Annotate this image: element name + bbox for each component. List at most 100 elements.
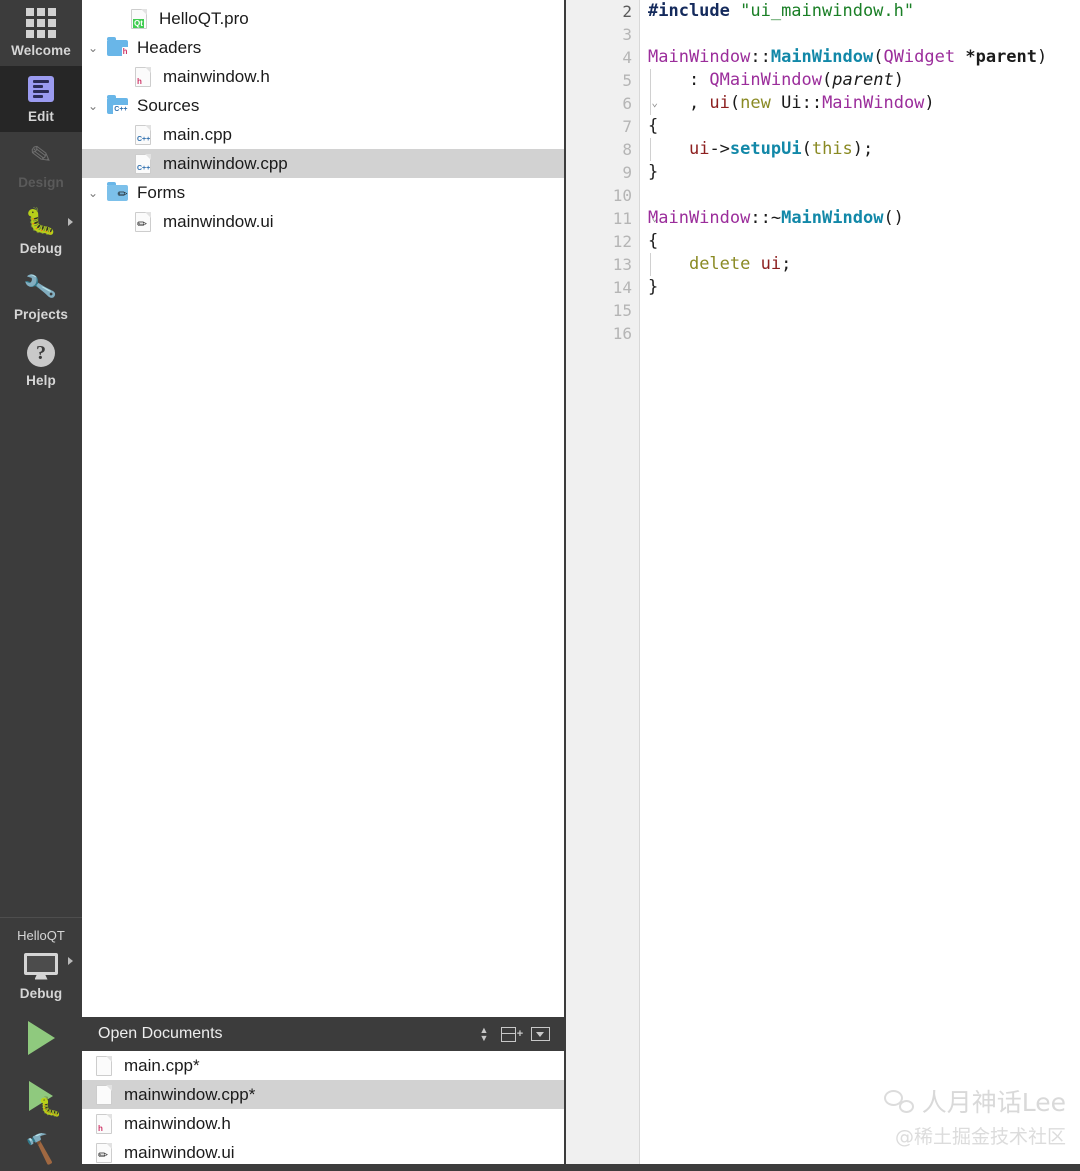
mode-debug[interactable]: 🐛 Debug bbox=[0, 198, 82, 264]
tree-row-mainwindow-cpp[interactable]: C++ mainwindow.cpp bbox=[82, 149, 564, 178]
cpp-file-icon: C++ bbox=[130, 124, 156, 145]
code-line[interactable]: delete ui; bbox=[648, 253, 1080, 276]
debug-button[interactable]: 🐛 bbox=[0, 1067, 82, 1125]
code-line[interactable] bbox=[648, 299, 1080, 322]
line-number: 16 bbox=[612, 324, 632, 343]
tree-row-main-cpp[interactable]: C++ main.cpp bbox=[82, 120, 564, 149]
bottom-status-strip bbox=[82, 1164, 1080, 1171]
code-line[interactable]: MainWindow::~MainWindow() bbox=[648, 207, 1080, 230]
line-number-gutter[interactable]: 2 3 4 5 6 ⌄ 7 8 9 10 11 ⌄ 12 13 14 15 16 bbox=[566, 0, 658, 1171]
sort-arrows-icon: ▲ ▼ bbox=[479, 1024, 489, 1043]
play-icon bbox=[27, 1021, 55, 1055]
mode-projects[interactable]: 🔧 Projects bbox=[0, 264, 82, 330]
indent-guide bbox=[650, 69, 651, 92]
question-mark-icon: ? bbox=[27, 336, 55, 370]
code-line[interactable] bbox=[648, 184, 1080, 207]
chevron-down-icon[interactable]: ⌄ bbox=[82, 186, 104, 200]
code-line[interactable]: { bbox=[648, 115, 1080, 138]
open-documents-header: Open Documents ▲ ▼ + bbox=[82, 1017, 564, 1051]
code-line[interactable]: } bbox=[648, 276, 1080, 299]
chevron-down-icon[interactable]: ⌄ bbox=[82, 41, 104, 55]
code-token: ui bbox=[760, 254, 782, 274]
tree-row-headers[interactable]: ⌄ h Headers bbox=[82, 33, 564, 62]
code-token: parent bbox=[832, 70, 894, 90]
code-token: ::~ bbox=[750, 208, 782, 228]
open-documents-panel: Open Documents ▲ ▼ + main.cpp* mainwindo… bbox=[82, 1017, 564, 1171]
code-token: } bbox=[648, 277, 659, 297]
kit-selector[interactable]: HelloQT Debug bbox=[0, 917, 82, 1009]
code-token: ) bbox=[1037, 47, 1048, 67]
code-token: : bbox=[648, 70, 710, 90]
sort-toggle-button[interactable]: ▲ ▼ bbox=[470, 1020, 498, 1048]
code-token: this bbox=[811, 139, 853, 159]
code-token: MainWindow bbox=[648, 208, 751, 228]
code-token: ( bbox=[873, 47, 884, 67]
chevron-right-icon[interactable] bbox=[68, 218, 73, 226]
code-token: ui bbox=[709, 93, 730, 113]
open-doc-row-mainwindow-ui[interactable]: ✏ mainwindow.ui bbox=[82, 1138, 564, 1167]
code-token: ( bbox=[801, 139, 812, 159]
tree-row-sources[interactable]: ⌄ C++ Sources bbox=[82, 91, 564, 120]
tree-row-forms[interactable]: ⌄ ✏ Forms bbox=[82, 178, 564, 207]
open-doc-label: main.cpp* bbox=[124, 1055, 200, 1075]
code-token: delete bbox=[688, 254, 751, 274]
project-tree[interactable]: Qt HelloQT.pro ⌄ h Headers h mainwindow.… bbox=[82, 0, 564, 1017]
line-number: 10 bbox=[612, 186, 632, 205]
split-editor-button[interactable]: + bbox=[498, 1020, 526, 1048]
code-token: ) bbox=[893, 70, 904, 90]
open-documents-list[interactable]: main.cpp* mainwindow.cpp* h mainwindow.h… bbox=[82, 1051, 564, 1171]
headers-folder-icon: h bbox=[104, 36, 130, 57]
open-doc-row-mainwindow-h[interactable]: h mainwindow.h bbox=[82, 1109, 564, 1138]
line-number: 5 bbox=[622, 71, 632, 90]
code-line[interactable]: { bbox=[648, 230, 1080, 253]
open-documents-title: Open Documents bbox=[98, 1025, 223, 1042]
tree-row-helloqt-pro[interactable]: Qt HelloQT.pro bbox=[82, 4, 564, 33]
code-line[interactable]: MainWindow::MainWindow(QWidget *parent) bbox=[648, 46, 1080, 69]
code-line[interactable]: } bbox=[648, 161, 1080, 184]
tree-row-mainwindow-h[interactable]: h mainwindow.h bbox=[82, 62, 564, 91]
code-editor[interactable]: 2 3 4 5 6 ⌄ 7 8 9 10 11 ⌄ 12 13 14 15 16 #include "ui_ma… bbox=[566, 0, 1080, 1171]
chevron-down-icon[interactable]: ⌄ bbox=[82, 99, 104, 113]
kit-target[interactable]: Debug bbox=[0, 949, 82, 1009]
line-number: 6 ⌄ bbox=[622, 94, 658, 113]
line-number: 7 bbox=[622, 117, 632, 136]
run-button[interactable] bbox=[0, 1009, 82, 1067]
line-number: 15 bbox=[612, 301, 632, 320]
code-line[interactable] bbox=[648, 322, 1080, 345]
code-token: #include bbox=[648, 1, 741, 21]
code-token: MainWindow bbox=[770, 47, 874, 67]
open-doc-row-main-cpp[interactable]: main.cpp* bbox=[82, 1051, 564, 1080]
code-line[interactable]: #include "ui_mainwindow.h" bbox=[648, 0, 1080, 23]
tree-row-label: main.cpp bbox=[163, 124, 232, 144]
kit-chevron-right-icon[interactable] bbox=[68, 957, 73, 965]
code-token: , bbox=[648, 93, 710, 113]
build-button[interactable]: 🔨 bbox=[0, 1125, 82, 1171]
tree-row-label: HelloQT.pro bbox=[159, 8, 249, 28]
editor-options-button[interactable] bbox=[526, 1020, 554, 1048]
tree-row-label: Sources bbox=[137, 95, 200, 115]
small-bug-icon: 🐛 bbox=[38, 1097, 62, 1118]
sources-folder-icon: C++ bbox=[104, 94, 130, 115]
code-line[interactable]: ui->setupUi(this); bbox=[648, 138, 1080, 161]
code-line[interactable] bbox=[648, 23, 1080, 46]
code-line[interactable]: : QMainWindow(parent) bbox=[648, 69, 1080, 92]
header-file-icon: h bbox=[92, 1113, 116, 1134]
code-text-area[interactable]: #include "ui_mainwindow.h" MainWindow::M… bbox=[640, 0, 1080, 1171]
mode-help-label: Help bbox=[26, 373, 56, 388]
line-number: 2 bbox=[622, 2, 632, 21]
code-token: QMainWindow bbox=[709, 70, 823, 90]
project-sidebar: Qt HelloQT.pro ⌄ h Headers h mainwindow.… bbox=[82, 0, 566, 1171]
mode-help[interactable]: ? Help bbox=[0, 330, 82, 396]
open-doc-row-mainwindow-cpp[interactable]: mainwindow.cpp* bbox=[82, 1080, 564, 1109]
code-token: :: bbox=[750, 47, 771, 67]
code-token: ui bbox=[688, 139, 710, 159]
tree-row-label: mainwindow.h bbox=[163, 66, 270, 86]
mode-welcome[interactable]: Welcome bbox=[0, 0, 82, 66]
tree-row-mainwindow-ui[interactable]: ✏ mainwindow.ui bbox=[82, 207, 564, 236]
line-number: 14 bbox=[612, 278, 632, 297]
mode-edit[interactable]: Edit bbox=[0, 66, 82, 132]
code-token: "ui_mainwindow.h" bbox=[740, 1, 915, 21]
code-token: ( bbox=[729, 93, 741, 113]
code-line[interactable]: , ui(new Ui::MainWindow) bbox=[648, 92, 1080, 115]
